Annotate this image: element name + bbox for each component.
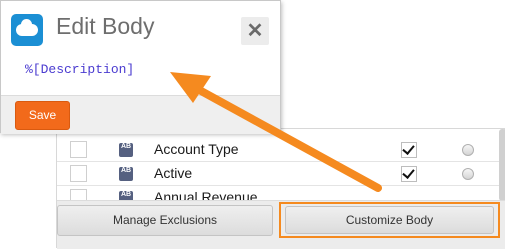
text-type-icon: AB [119,191,133,200]
dialog-title: Edit Body [56,13,155,39]
close-button[interactable]: ✕ [241,17,269,45]
text-type-icon: AB [119,143,133,157]
row-select-checkbox[interactable] [70,165,87,182]
field-row[interactable]: AB Annual Revenue [57,186,505,200]
highlight-box: Customize Body [279,202,500,238]
save-button[interactable]: Save [15,101,70,130]
manage-exclusions-button[interactable]: Manage Exclusions [57,205,273,236]
checkmark-icon [402,166,415,179]
field-label: Annual Revenue [154,189,258,200]
checkmark-icon [402,142,415,155]
field-row[interactable]: AB Account Type [57,138,505,162]
include-checkbox[interactable] [401,166,417,182]
field-label: Active [154,165,193,181]
field-list-panel: AB Account Type AB Active AB Annual Reve… [56,128,505,249]
row-select-checkbox[interactable] [70,189,87,200]
radio-button[interactable] [462,144,474,156]
customize-body-button[interactable]: Customize Body [285,206,494,234]
scrollbar[interactable] [499,129,505,201]
body-template-text[interactable]: %[Description] [25,62,134,77]
close-icon: ✕ [246,20,264,42]
field-row[interactable]: AB Active [57,162,505,186]
button-bar: Manage Exclusions Customize Body [57,200,505,249]
dialog-footer: Save [1,95,280,134]
text-type-icon: AB [119,167,133,181]
radio-button[interactable] [462,168,474,180]
edit-body-dialog: Edit Body ✕ %[Description] Save [0,0,281,134]
include-checkbox[interactable] [401,142,417,158]
row-select-checkbox[interactable] [70,141,87,158]
salesforce-cloud-icon [11,14,43,46]
field-label: Account Type [154,141,239,157]
